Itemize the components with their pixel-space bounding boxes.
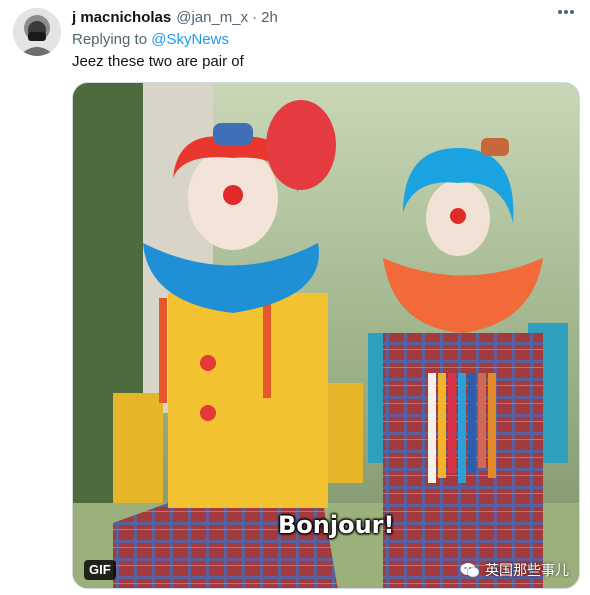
- watermark: 英国那些事儿: [460, 560, 569, 580]
- reply-prefix: Replying to: [72, 31, 148, 48]
- gif-caption: Bonjour!: [278, 511, 395, 539]
- tweet[interactable]: j macnicholas @jan_m_x · 2h Replying to …: [0, 0, 590, 595]
- watermark-text: 英国那些事儿: [485, 562, 569, 578]
- avatar[interactable]: [13, 8, 61, 56]
- user-handle[interactable]: @jan_m_x: [176, 8, 248, 28]
- tweet-text: Jeez these two are pair of: [72, 53, 244, 70]
- separator-dot: ·: [252, 9, 258, 26]
- reply-mention-link[interactable]: @SkyNews: [151, 31, 229, 48]
- gif-badge: GIF: [84, 560, 116, 580]
- display-name[interactable]: j macnicholas: [72, 8, 171, 28]
- tweet-header: j macnicholas @jan_m_x · 2h: [72, 8, 574, 28]
- gif-media[interactable]: Bonjour! GIF 英国那些事儿: [72, 82, 580, 589]
- timestamp[interactable]: 2h: [261, 8, 278, 28]
- more-options-icon[interactable]: [558, 10, 574, 14]
- wechat-icon: [460, 562, 480, 579]
- replying-to: Replying to @SkyNews: [72, 30, 229, 50]
